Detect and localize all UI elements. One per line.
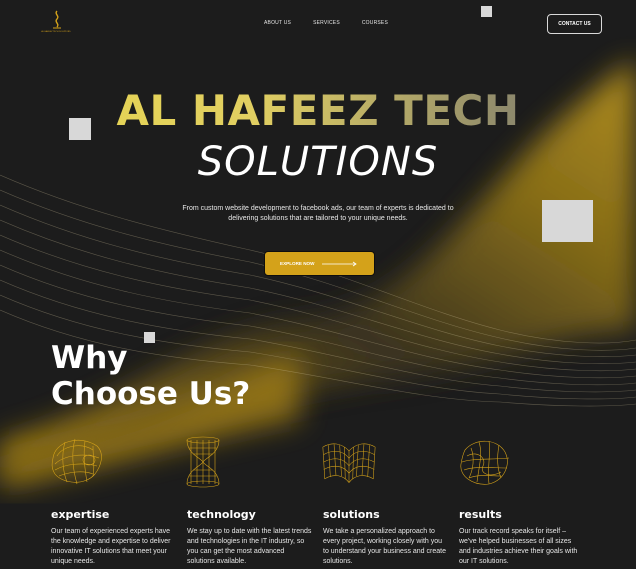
wireframe-book-icon [322,443,376,483]
wireframe-hourglass-icon [186,436,220,488]
nav-courses[interactable]: COURSES [362,20,388,26]
logo-mark-icon [53,10,61,29]
feature-description: Our track record speaks for itself – we'… [459,528,578,565]
feature-description: Our team of experienced experts have the… [51,528,171,565]
feature-description: We stay up to date with the latest trend… [187,528,312,565]
decor-square [481,6,492,17]
hero-title: AL HAFEEZ TECH [0,86,636,136]
feature-expertise: expertise Our team of experienced expert… [51,436,176,567]
contact-us-button[interactable]: CONTACT US [547,14,602,34]
feature-technology: technology We stay up to date with the l… [186,436,312,567]
features-row: expertise Our team of experienced expert… [51,436,611,569]
why-title-line1: Why [51,340,128,376]
feature-results: results Our track record speaks for itse… [459,436,584,567]
nav-services[interactable]: SERVICES [313,20,340,26]
feature-solutions: solutions We take a personalized approac… [322,436,448,567]
logo-text: AL HAFEEZ TECH SOLUTIONS [41,31,71,33]
wireframe-blob-icon [51,438,102,485]
arrow-right-icon [322,261,358,266]
why-choose-title: Why Choose Us? [51,340,250,412]
decor-square [542,200,593,242]
nav-about-us[interactable]: ABOUT US [264,20,291,26]
feature-title: solutions [323,508,380,521]
why-title-line2: Choose Us? [51,376,251,412]
feature-title: results [459,508,502,521]
hero-subtitle: SOLUTIONS [197,139,439,185]
feature-title: technology [187,508,256,521]
brand-logo[interactable]: AL HAFEEZ TECH SOLUTIONS [40,10,72,36]
feature-description: We take a personalized approach to every… [323,528,446,565]
explore-now-label: EXPLORE NOW [280,261,315,266]
wireframe-torus-icon [460,440,510,485]
hero-description: From custom website development to faceb… [182,205,454,222]
explore-now-button[interactable]: EXPLORE NOW [264,251,375,276]
main-nav: ABOUT US SERVICES COURSES [264,20,388,26]
feature-title: expertise [51,508,110,521]
